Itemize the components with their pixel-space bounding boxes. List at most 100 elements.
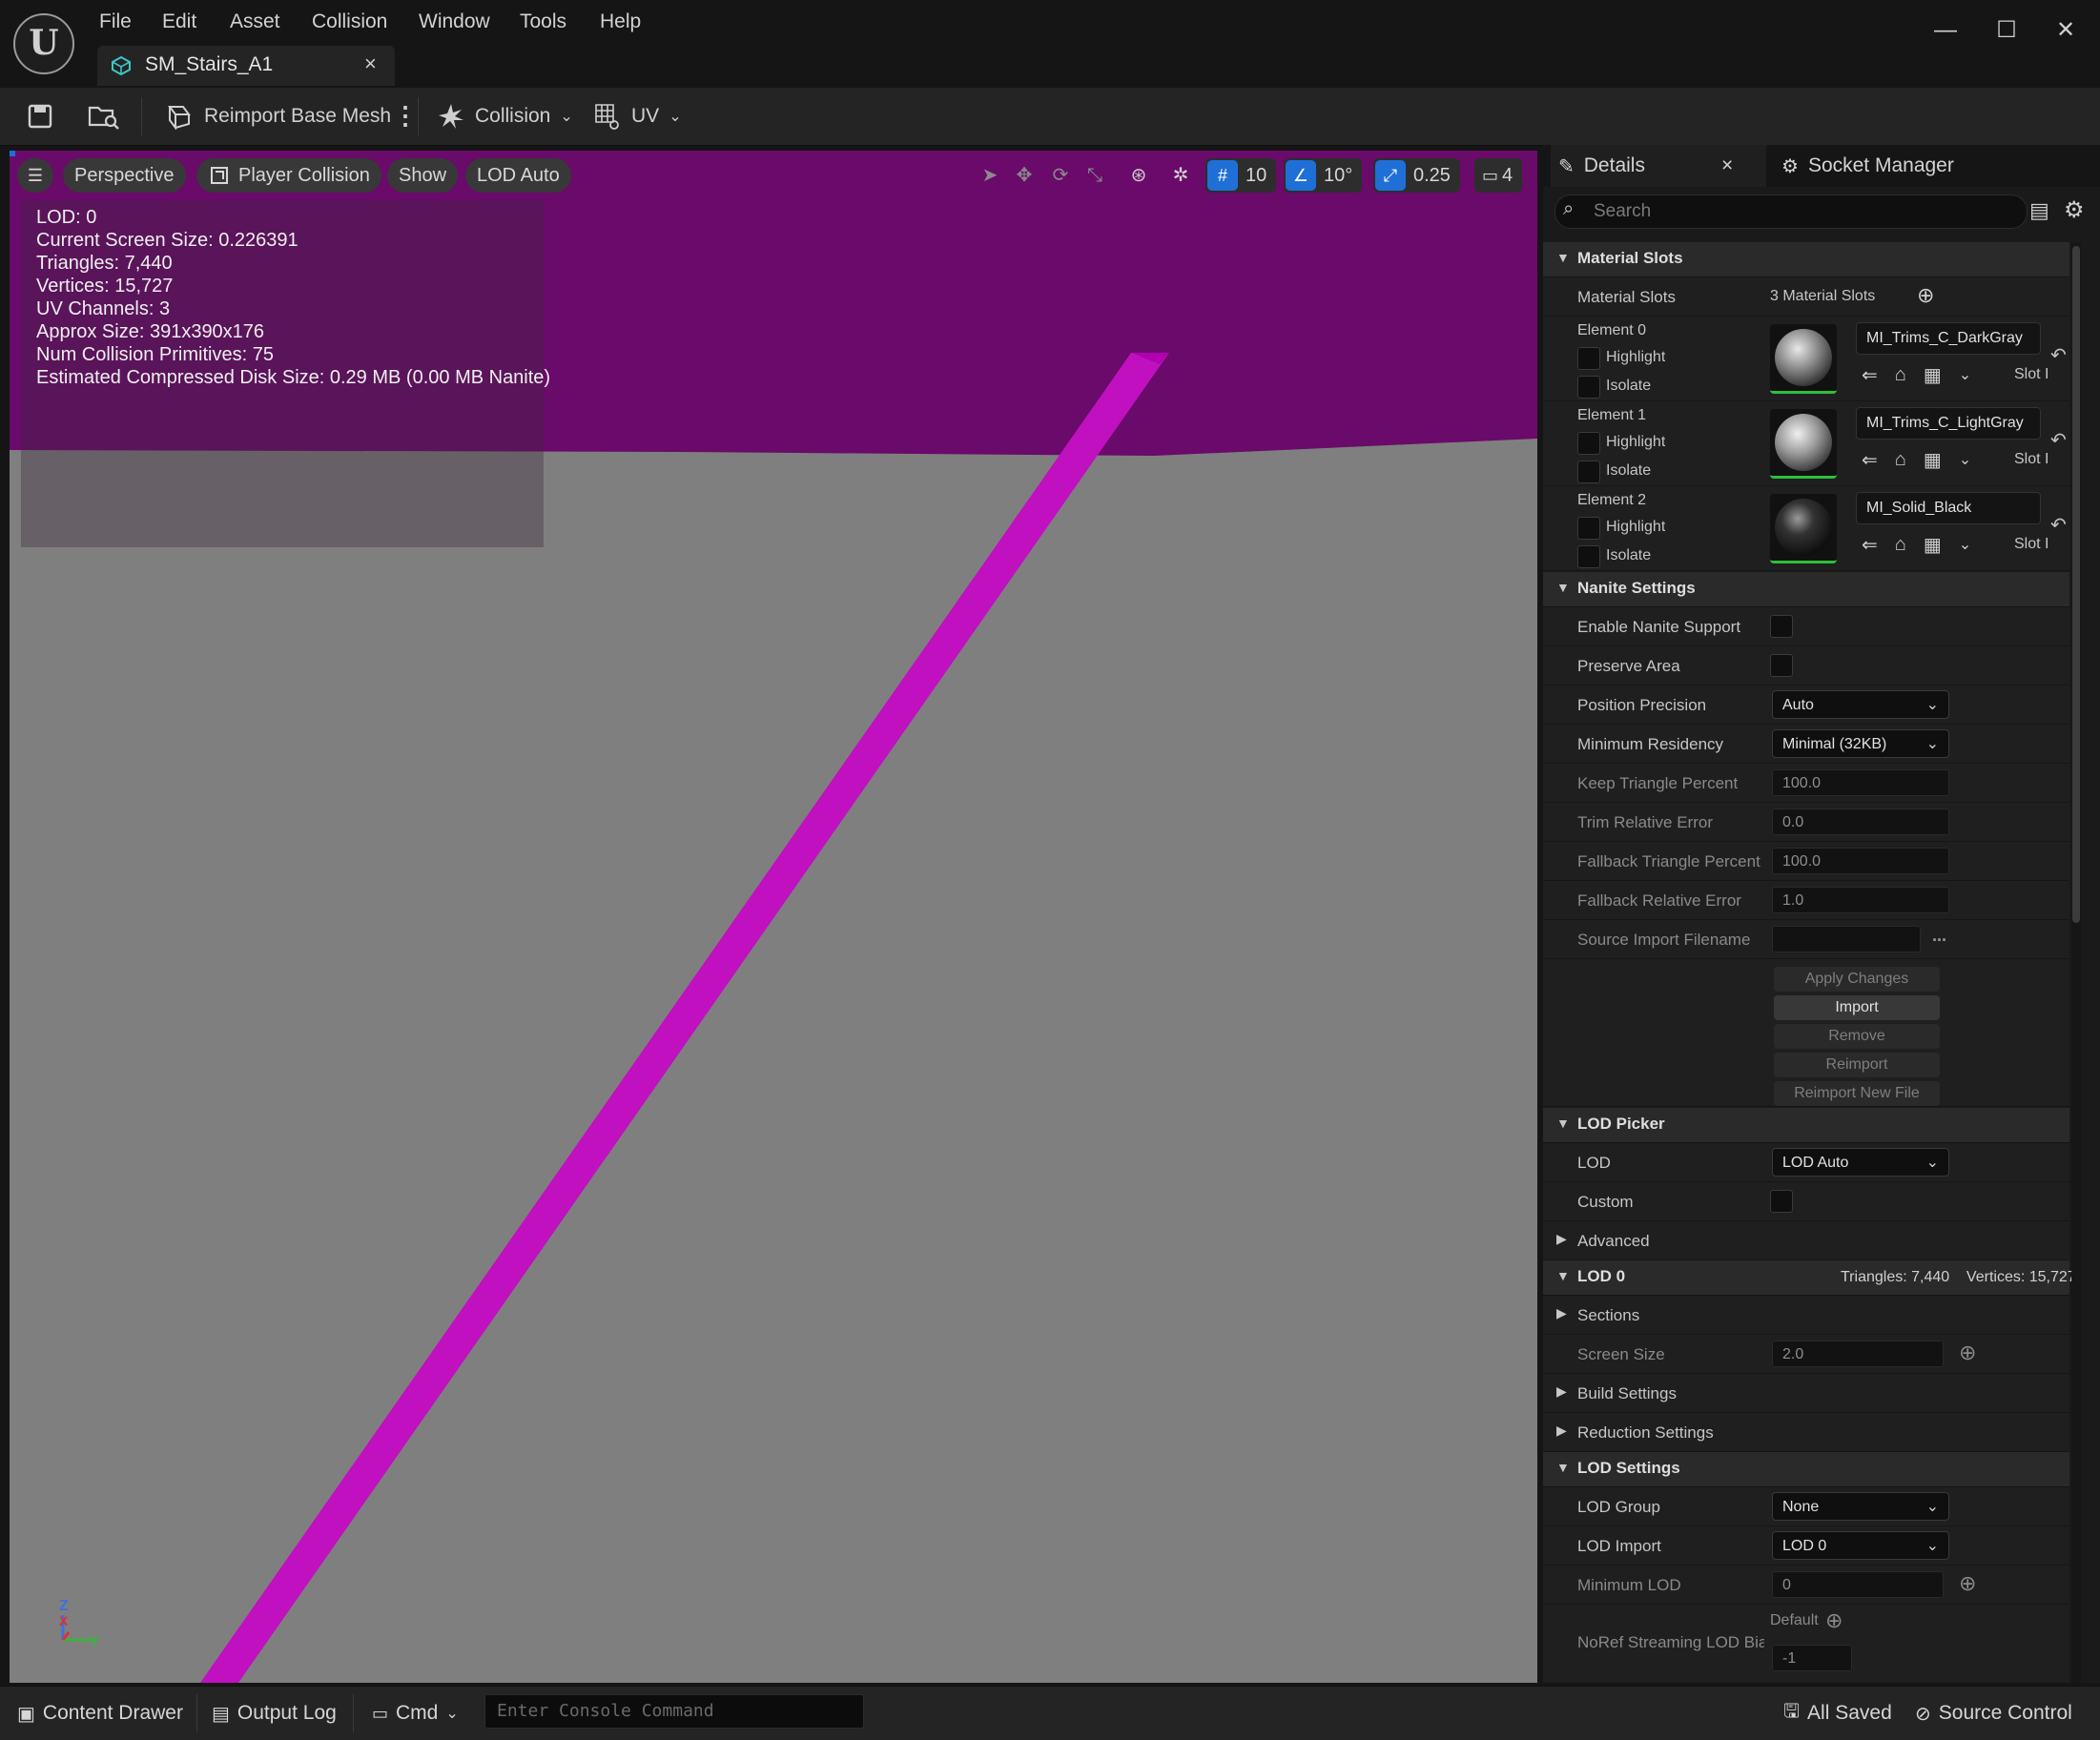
fallback-error-input[interactable]: 1.0 [1772, 887, 1949, 913]
tab-details[interactable]: ✎ Details × [1551, 145, 1766, 187]
section-lod-settings[interactable]: ▼ LOD Settings [1543, 1452, 2069, 1487]
scrollbar-thumb[interactable] [2072, 246, 2080, 923]
reset-to-default-icon[interactable]: ↶ [2050, 343, 2067, 367]
collision-dropdown[interactable]: Collision ⌄ [437, 97, 573, 135]
menu-help[interactable]: Help [600, 8, 641, 36]
select-mode-icon[interactable]: ➤ [975, 160, 1005, 191]
close-tab-icon[interactable]: × [364, 51, 377, 76]
rotate-mode-icon[interactable]: ⟳ [1045, 160, 1076, 191]
close-window-button[interactable]: ✕ [2047, 13, 2085, 48]
maximize-button[interactable]: ☐ [1987, 13, 2026, 48]
chevron-down-icon[interactable]: ⌄ [1959, 450, 1971, 469]
enable-nanite-checkbox[interactable] [1770, 615, 1793, 638]
rotation-snap-toggle[interactable]: ∠ 10° [1284, 158, 1363, 193]
lod-dropdown[interactable]: LOD Auto ⌄ [1772, 1148, 1949, 1177]
translate-mode-icon[interactable]: ✥ [1009, 160, 1040, 191]
browse-icon[interactable]: ⌂ [1895, 364, 1906, 386]
use-selected-icon[interactable]: ⇐ [1862, 448, 1878, 472]
world-local-icon[interactable]: ⊛ [1123, 160, 1154, 191]
console-command-input[interactable]: Enter Console Command [484, 1694, 864, 1729]
import-button[interactable]: Import [1774, 995, 1940, 1020]
material-asset-picker[interactable]: MI_Trims_C_DarkGray [1856, 322, 2041, 355]
reimport-base-mesh-button[interactable]: Reimport Base Mesh [164, 97, 391, 135]
section-lod0[interactable]: ▼ LOD 0 Triangles: 7,440 Vertices: 15,72… [1543, 1260, 2076, 1296]
reset-to-default-icon[interactable]: ↶ [2050, 428, 2067, 452]
lod-import-dropdown[interactable]: LOD 0 ⌄ [1772, 1531, 1949, 1560]
menu-edit[interactable]: Edit [162, 8, 196, 36]
minimum-lod-input[interactable]: 0 [1772, 1571, 1944, 1598]
scale-snap-toggle[interactable]: ⤢ 0.25 [1373, 158, 1460, 193]
isolate-checkbox[interactable] [1577, 461, 1600, 483]
checker-icon[interactable]: ▦ [1924, 533, 1942, 557]
section-nanite-settings[interactable]: ▼ Nanite Settings [1543, 572, 2069, 607]
screen-size-input[interactable]: 2.0 [1772, 1341, 1944, 1367]
material-thumbnail[interactable] [1770, 324, 1837, 394]
apply-changes-button[interactable]: Apply Changes [1774, 967, 1940, 992]
browse-file-button[interactable]: ... [1932, 926, 1946, 946]
grid-snap-toggle[interactable]: # 10 [1205, 158, 1277, 193]
use-selected-icon[interactable]: ⇐ [1862, 363, 1878, 387]
highlight-checkbox[interactable] [1577, 517, 1600, 540]
add-icon[interactable]: ⊕ [1959, 1341, 1976, 1365]
sections-row[interactable]: ▶ Sections [1543, 1296, 2069, 1335]
isolate-checkbox[interactable] [1577, 376, 1600, 399]
output-log-button[interactable]: ▤ Output Log [212, 1696, 337, 1730]
lod-button[interactable]: LOD Auto [465, 158, 571, 193]
scale-mode-icon[interactable]: ⤡ [1080, 160, 1110, 191]
menu-asset[interactable]: Asset [230, 8, 280, 36]
viewport-menu-button[interactable]: ☰ [17, 158, 53, 193]
section-material-slots[interactable]: ▼ Material Slots [1543, 242, 2069, 277]
uv-dropdown[interactable]: UV ⌄ [593, 97, 682, 135]
all-saved-button[interactable]: 🖫 All Saved [1783, 1696, 1892, 1730]
unreal-logo-icon[interactable]: U [13, 13, 74, 74]
use-selected-icon[interactable]: ⇐ [1862, 533, 1878, 557]
view-mode-button[interactable]: Player Collision [196, 158, 381, 193]
details-scrollbar[interactable] [2071, 242, 2081, 1683]
isolate-checkbox[interactable] [1577, 545, 1600, 568]
material-thumbnail[interactable] [1770, 409, 1837, 479]
menu-tools[interactable]: Tools [520, 8, 566, 36]
cmd-dropdown[interactable]: ▭ Cmd ⌄ [372, 1696, 459, 1730]
reduction-settings-row[interactable]: ▶ Reduction Settings [1543, 1413, 2069, 1452]
reimport-new-file-button[interactable]: Reimport New File [1774, 1081, 1940, 1106]
highlight-checkbox[interactable] [1577, 347, 1600, 370]
custom-checkbox[interactable] [1770, 1190, 1793, 1213]
browse-icon[interactable]: ⌂ [1895, 449, 1906, 471]
minimize-button[interactable]: — [1926, 13, 1965, 48]
source-control-button[interactable]: ⊘ Source Control [1915, 1696, 2072, 1730]
material-asset-picker[interactable]: MI_Solid_Black [1856, 492, 2041, 524]
remove-button[interactable]: Remove [1774, 1024, 1940, 1049]
checker-icon[interactable]: ▦ [1924, 363, 1942, 387]
material-thumbnail[interactable] [1770, 494, 1837, 563]
build-settings-row[interactable]: ▶ Build Settings [1543, 1374, 2069, 1413]
add-icon[interactable]: ⊕ [1959, 1571, 1976, 1596]
source-import-input[interactable] [1772, 926, 1921, 952]
menu-collision[interactable]: Collision [312, 8, 387, 36]
close-tab-icon[interactable]: × [1721, 154, 1733, 177]
perspective-button[interactable]: Perspective [63, 158, 186, 193]
search-input[interactable]: Search [1594, 201, 1651, 222]
chevron-down-icon[interactable]: ⌄ [1959, 365, 1971, 384]
surface-snap-icon[interactable]: ✲ [1165, 160, 1196, 191]
minimum-residency-dropdown[interactable]: Minimal (32KB) ⌄ [1772, 729, 1949, 758]
document-tab[interactable]: SM_Stairs_A1 × [97, 46, 395, 86]
keep-triangle-input[interactable]: 100.0 [1772, 769, 1949, 796]
menu-window[interactable]: Window [419, 8, 490, 36]
highlight-checkbox[interactable] [1577, 432, 1600, 455]
content-drawer-button[interactable]: ▣ Content Drawer [17, 1696, 183, 1730]
lod-group-dropdown[interactable]: None ⌄ [1772, 1492, 1949, 1521]
position-precision-dropdown[interactable]: Auto ⌄ [1772, 690, 1949, 719]
save-button[interactable] [27, 97, 53, 135]
details-search-box[interactable]: ⌕ Search [1554, 194, 2028, 229]
add-slot-icon[interactable]: ⊕ [1917, 283, 1934, 308]
more-options-icon[interactable]: ⋮ [393, 101, 418, 132]
preserve-area-checkbox[interactable] [1770, 654, 1793, 677]
reimport-button[interactable]: Reimport [1774, 1053, 1940, 1077]
section-lod-picker[interactable]: ▼ LOD Picker [1543, 1108, 2069, 1143]
table-view-icon[interactable]: ▤ [2029, 198, 2049, 223]
menu-file[interactable]: File [99, 8, 132, 36]
checker-icon[interactable]: ▦ [1924, 448, 1942, 472]
fallback-triangle-input[interactable]: 100.0 [1772, 848, 1949, 874]
add-icon[interactable]: ⊕ [1825, 1608, 1843, 1633]
show-button[interactable]: Show [387, 158, 459, 193]
